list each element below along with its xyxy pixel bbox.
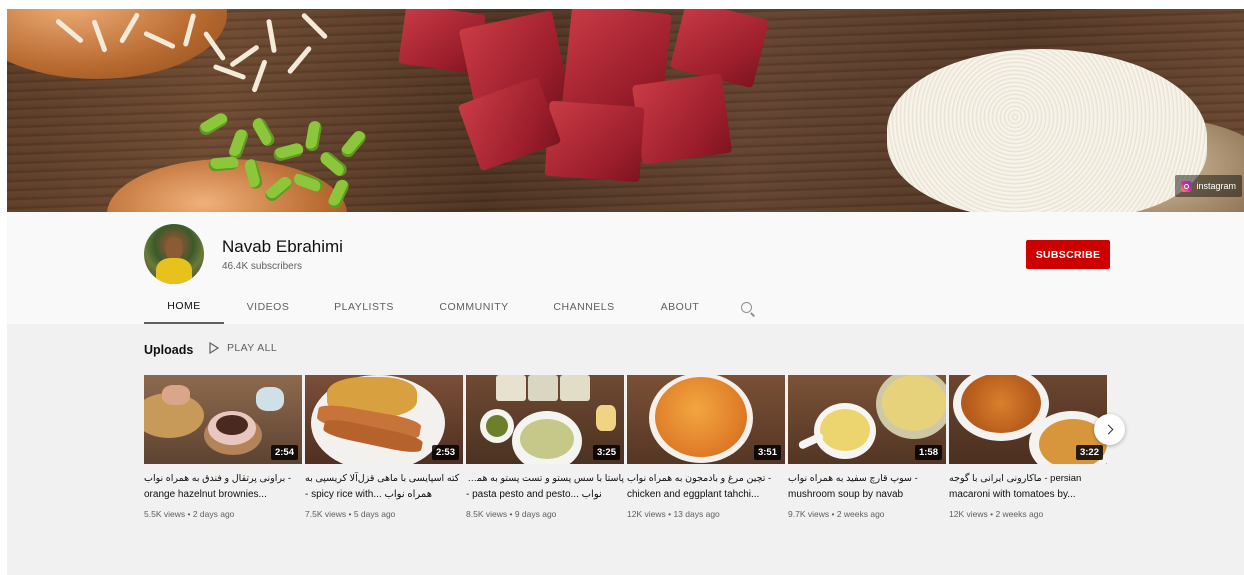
tab-community[interactable]: COMMUNITY [416,290,532,324]
play-icon [209,342,219,354]
channel-search-button[interactable] [724,290,768,324]
tab-home[interactable]: HOME [144,290,224,324]
video-title[interactable]: کته اسپایسی با ماهی قزل‌آلا کریسپی به - … [305,471,463,503]
upload-age: 2 days ago [192,509,235,519]
view-count: 9.7K views [788,509,830,519]
channel-banner: instagram [7,9,1244,212]
video-thumbnail[interactable]: 2:53 [305,375,463,464]
subscriber-count: 46.4K subscribers [222,261,303,272]
tab-videos[interactable]: VIDEOS [224,290,312,324]
video-meta: 12K views • 2 weeks ago [949,509,1044,519]
play-all-button[interactable]: PLAY ALL [209,342,277,354]
video-card[interactable]: 2:53 کته اسپایسی با ماهی قزل‌آلا کریسپی … [305,375,463,519]
tab-channels[interactable]: CHANNELS [532,290,636,324]
instagram-link[interactable]: instagram [1175,175,1242,197]
search-icon [740,301,752,313]
chevron-right-icon [1103,424,1113,435]
avatar[interactable] [144,224,204,284]
video-card[interactable]: 2:54 - براونی پرتقال و فندق به همراه نوا… [144,375,302,519]
video-meta: 8.5K views • 9 days ago [466,509,557,519]
video-card[interactable]: 3:51 - تچین مرغ و بادمجون به همراه نواب … [627,375,785,519]
instagram-icon [1181,180,1193,192]
video-card[interactable]: 1:58 - سوپ قارچ سفید به همراه نواب mushr… [788,375,946,519]
channel-tabs: HOME VIDEOS PLAYLISTS COMMUNITY CHANNELS… [144,290,768,324]
video-thumbnail[interactable]: 1:58 [788,375,946,464]
play-all-label: PLAY ALL [227,342,278,354]
upload-age: 2 weeks ago [836,509,885,519]
shelf-next-button[interactable] [1094,414,1125,445]
upload-age: 13 days ago [673,509,720,519]
video-duration: 3:22 [1075,445,1103,460]
youtube-channel-page: instagram Navab Ebrahimi 46.4K subscribe… [7,9,1244,575]
view-count: 7.5K views [305,509,347,519]
video-card[interactable]: 3:22 persian - ماکارونی ایرانی با گوجه m… [949,375,1107,519]
video-duration: 2:53 [431,445,459,460]
video-card[interactable]: 3:25 پاستا با سس پستو و تست پستو به همرا… [466,375,624,519]
tab-about[interactable]: ABOUT [636,290,724,324]
shelf-title[interactable]: Uploads [144,343,193,357]
view-count: 12K views [627,509,666,519]
instagram-link-label: instagram [1196,181,1236,191]
uploads-shelf: Uploads PLAY ALL 2:54 - براونی پرتقال و … [7,324,1244,575]
video-title[interactable]: - براونی پرتقال و فندق به همراه نواب ora… [144,471,302,503]
video-thumbnail[interactable]: 3:25 [466,375,624,464]
view-count: 8.5K views [466,509,508,519]
video-meta: 9.7K views • 2 weeks ago [788,509,885,519]
video-title[interactable]: پاستا با سس پستو و تست پستو به همراه - p… [466,471,624,503]
subscribe-button[interactable]: SUBSCRIBE [1026,240,1110,269]
video-meta: 5.5K views • 2 days ago [144,509,235,519]
video-duration: 1:58 [914,445,942,460]
video-meta: 12K views • 13 days ago [627,509,720,519]
channel-name: Navab Ebrahimi [222,237,343,256]
tab-playlists[interactable]: PLAYLISTS [312,290,416,324]
upload-age: 9 days ago [514,509,557,519]
upload-age: 5 days ago [353,509,396,519]
video-duration: 2:54 [270,445,298,460]
view-count: 5.5K views [144,509,186,519]
channel-header: Navab Ebrahimi 46.4K subscribers SUBSCRI… [7,212,1244,324]
video-title[interactable]: persian - ماکارونی ایرانی با گوجه macaro… [949,471,1107,503]
view-count: 12K views [949,509,988,519]
video-thumbnail[interactable]: 3:22 [949,375,1107,464]
video-duration: 3:51 [753,445,781,460]
video-title[interactable]: - تچین مرغ و بادمجون به همراه نواب chick… [627,471,785,503]
video-row: 2:54 - براونی پرتقال و فندق به همراه نوا… [144,375,1110,535]
video-thumbnail[interactable]: 3:51 [627,375,785,464]
video-thumbnail[interactable]: 2:54 [144,375,302,464]
video-title[interactable]: - سوپ قارچ سفید به همراه نواب mushroom s… [788,471,946,503]
upload-age: 2 weeks ago [995,509,1044,519]
video-meta: 7.5K views • 5 days ago [305,509,396,519]
video-duration: 3:25 [592,445,620,460]
